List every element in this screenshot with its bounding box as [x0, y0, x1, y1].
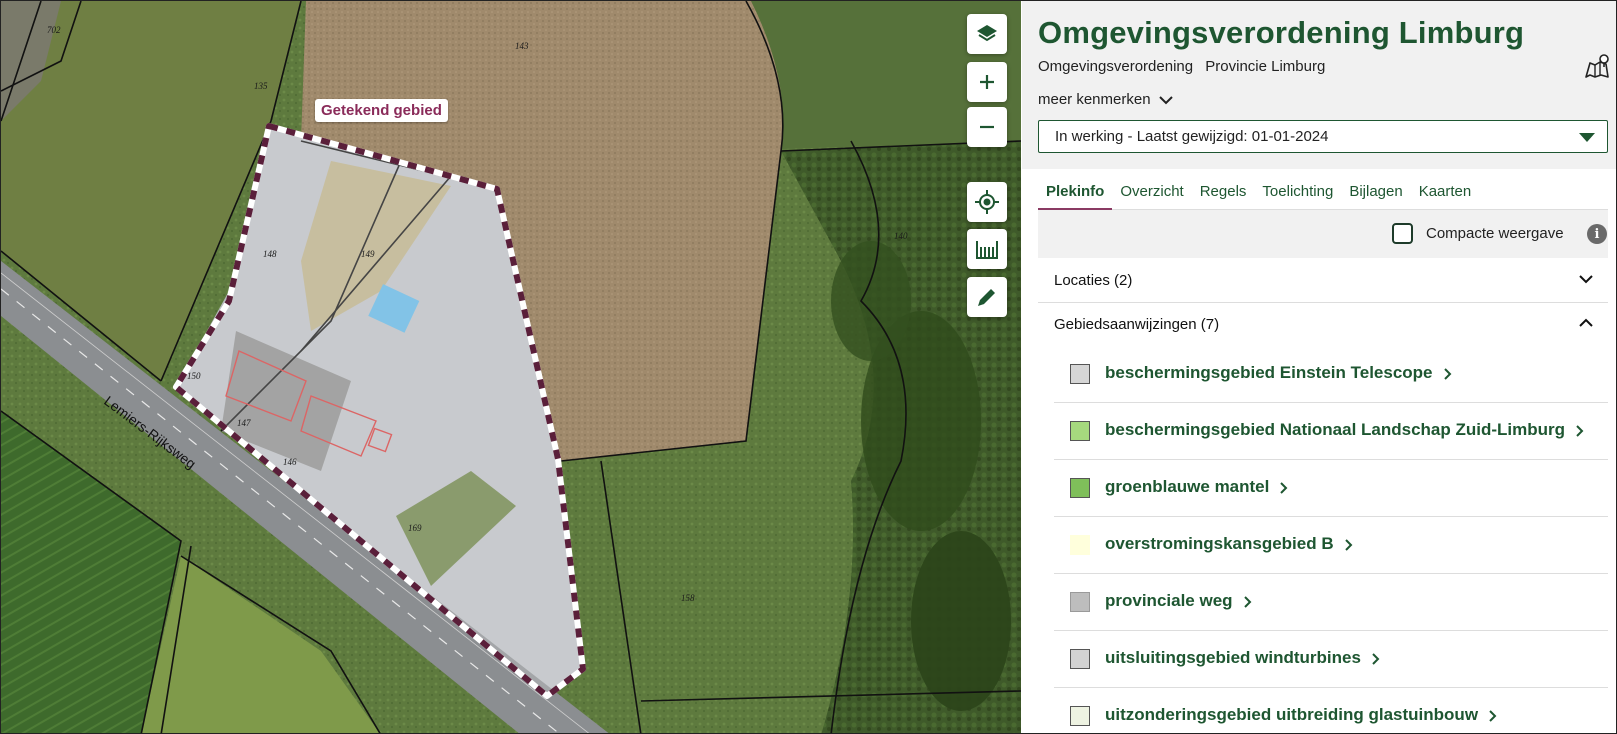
list-item-label: beschermingsgebied Nationaal Landschap Z…: [1105, 420, 1566, 439]
chevron-down-icon: [1158, 95, 1173, 104]
parcel-number: 140: [894, 231, 908, 241]
page-title: Omgevingsverordening Limburg: [1038, 15, 1525, 50]
app-frame: 702 143 135 148 149 150 147 146 169 140 …: [0, 0, 1617, 734]
section-gebiedsaanwijzingen[interactable]: Gebiedsaanwijzingen (7): [1038, 303, 1608, 346]
document-type: Omgevingsverordening: [1038, 58, 1194, 75]
chevron-up-icon: [1579, 318, 1593, 327]
document-meta: Omgevingsverordening Provincie Limburg: [1038, 58, 1333, 75]
legend-swatch: [1070, 364, 1090, 384]
list-item[interactable]: uitzonderingsgebied uitbreiding glastuin…: [1054, 688, 1608, 733]
legend-swatch: [1070, 421, 1090, 441]
tab-regels[interactable]: Regels: [1192, 177, 1255, 208]
list-item-label: beschermingsgebied Einstein Telescope: [1105, 363, 1433, 382]
parcel-number: 148: [263, 249, 277, 259]
list-item-label: overstromingskansgebied B: [1105, 534, 1334, 553]
chevron-right-icon: [1243, 595, 1251, 608]
tab-bijlagen[interactable]: Bijlagen: [1341, 177, 1410, 208]
gebiedsaanwijzingen-list: beschermingsgebied Einstein Telescope be…: [1054, 346, 1608, 733]
compact-view-label: Compacte weergave: [1426, 225, 1564, 242]
tab-toelichting[interactable]: Toelichting: [1254, 177, 1341, 208]
chevron-right-icon: [1280, 481, 1288, 494]
chevron-right-icon: [1443, 367, 1451, 380]
draw-button[interactable]: [967, 277, 1007, 317]
zoom-out-icon: [980, 125, 994, 129]
parcel-number: 146: [283, 457, 297, 467]
chevron-right-icon: [1372, 652, 1380, 665]
legend-swatch: [1070, 592, 1090, 612]
more-properties-toggle[interactable]: meer kenmerken: [1038, 91, 1173, 108]
info-panel: Omgevingsverordening Limburg Omgevingsve…: [1022, 1, 1616, 733]
parcel-number: 702: [47, 25, 61, 35]
version-select[interactable]: In werking - Laatst gewijzigd: 01-01-202…: [1038, 120, 1608, 153]
section-locaties[interactable]: Locaties (2): [1038, 259, 1608, 303]
pencil-icon: [978, 289, 995, 306]
parcel-number: 149: [361, 249, 375, 259]
zoom-in-button[interactable]: [967, 62, 1007, 102]
map-view[interactable]: 702 143 135 148 149 150 147 146 169 140 …: [1, 1, 1021, 733]
parcel-number: 147: [237, 418, 251, 428]
parcel-number: 135: [254, 81, 268, 91]
locate-icon: [975, 190, 999, 214]
zoom-in-icon: [980, 75, 994, 89]
chevron-right-icon: [1576, 424, 1584, 437]
chevron-right-icon: [1344, 538, 1353, 551]
list-item-label: provinciale weg: [1105, 591, 1233, 610]
layers-button[interactable]: [967, 14, 1007, 54]
panel-header: Omgevingsverordening Limburg Omgevingsve…: [1022, 1, 1616, 169]
info-icon[interactable]: i: [1587, 224, 1607, 244]
tab-overzicht[interactable]: Overzicht: [1112, 177, 1191, 208]
tab-kaarten[interactable]: Kaarten: [1411, 177, 1480, 208]
list-item[interactable]: groenblauwe mantel: [1054, 460, 1608, 517]
list-item-label: uitsluitingsgebied windturbines: [1105, 648, 1361, 667]
parcel-number: 143: [515, 41, 529, 51]
list-item[interactable]: uitsluitingsgebied windturbines: [1054, 631, 1608, 688]
aerial-imagery: 702 143 135 148 149 150 147 146 169 140 …: [1, 1, 1021, 733]
list-item-label: uitzonderingsgebied uitbreiding glastuin…: [1105, 705, 1479, 724]
tab-plekinfo[interactable]: Plekinfo: [1038, 177, 1113, 211]
version-select-value: In werking - Laatst gewijzigd: 01-01-202…: [1055, 128, 1329, 145]
section-locaties-label: Locaties (2): [1054, 272, 1133, 289]
chevron-right-icon: [1489, 709, 1497, 722]
section-gebiedsaanwijzingen-label: Gebiedsaanwijzingen (7): [1054, 316, 1220, 333]
list-item[interactable]: provinciale weg: [1054, 574, 1608, 631]
legend-swatch: [1070, 478, 1090, 498]
measure-icon: [976, 241, 998, 259]
measure-button[interactable]: [967, 229, 1007, 269]
tab-bar: Plekinfo Overzicht Regels Toelichting Bi…: [1038, 177, 1608, 211]
zoom-out-button[interactable]: [967, 107, 1007, 147]
list-item[interactable]: overstromingskansgebied B: [1054, 517, 1608, 574]
document-authority: Provincie Limburg: [1205, 58, 1326, 75]
compact-view-row: Compacte weergave i: [1038, 210, 1608, 258]
parcel-number: 169: [408, 523, 422, 533]
map-pin-icon[interactable]: [1584, 53, 1610, 79]
locate-button[interactable]: [967, 182, 1007, 222]
chevron-down-icon: [1579, 275, 1593, 284]
layers-icon: [977, 25, 997, 42]
legend-swatch: [1070, 706, 1090, 726]
parcel-number: 158: [681, 593, 695, 603]
caret-down-icon: [1579, 133, 1595, 142]
legend-swatch: [1070, 649, 1090, 669]
more-properties-label: meer kenmerken: [1038, 91, 1151, 108]
list-item[interactable]: beschermingsgebied Nationaal Landschap Z…: [1054, 403, 1608, 460]
compact-view-checkbox[interactable]: [1392, 223, 1413, 244]
parcel-number: 150: [187, 371, 201, 381]
drawn-area-label: Getekend gebied: [315, 99, 448, 122]
legend-swatch: [1070, 535, 1090, 555]
list-item[interactable]: beschermingsgebied Einstein Telescope: [1054, 346, 1608, 403]
list-item-label: groenblauwe mantel: [1105, 477, 1270, 496]
